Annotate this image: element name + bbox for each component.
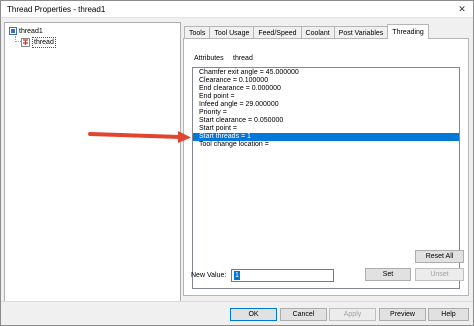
list-item[interactable]: Start point = — [193, 125, 459, 133]
thread-tool-icon — [21, 37, 30, 47]
window-title: Thread Properties - thread1 — [7, 5, 106, 14]
list-item[interactable]: Infeed angle = 29.000000 — [193, 101, 459, 109]
title-bar: Thread Properties - thread1 ✕ — [1, 1, 473, 18]
list-item[interactable]: End clearance = 0.000000 — [193, 85, 459, 93]
list-item[interactable]: Priority = — [193, 109, 459, 117]
list-item[interactable]: Chamfer exit angle = 45.000000 — [193, 69, 459, 77]
tab-threading[interactable]: Threading — [387, 24, 429, 39]
tree-panel: thread1 thread — [4, 22, 181, 323]
set-button[interactable]: Set — [365, 268, 411, 281]
new-value-input[interactable]: 1 — [231, 269, 334, 282]
ok-button[interactable]: OK — [230, 308, 277, 321]
list-item[interactable]: Start clearance = 0.050000 — [193, 117, 459, 125]
attributes-name: thread — [233, 55, 253, 62]
preview-button[interactable]: Preview — [379, 308, 426, 321]
thread-properties-window: Thread Properties - thread1 ✕ thread1 th… — [0, 0, 474, 326]
list-item[interactable]: Tool change location = — [193, 141, 459, 149]
list-item-selected[interactable]: Start threads = 1 — [193, 133, 459, 141]
help-button[interactable]: Help — [428, 308, 469, 321]
annotation-arrow-icon — [88, 131, 191, 143]
operation-icon — [9, 27, 17, 36]
new-value-text: 1 — [234, 271, 240, 280]
cancel-button[interactable]: Cancel — [280, 308, 327, 321]
tree-child-label: thread — [32, 37, 56, 48]
close-icon[interactable]: ✕ — [453, 2, 471, 16]
reset-all-button[interactable]: Reset All — [415, 250, 464, 263]
attributes-header: Attributes — [194, 55, 224, 62]
unset-button[interactable]: Unset — [415, 268, 464, 281]
new-value-label: New Value: — [191, 272, 227, 279]
list-item[interactable]: End point = — [193, 93, 459, 101]
list-item[interactable]: Clearance = 0.100000 — [193, 77, 459, 85]
tree-node-thread[interactable]: thread — [21, 37, 56, 48]
tree-root-label: thread1 — [19, 28, 43, 35]
apply-button[interactable]: Apply — [329, 308, 376, 321]
